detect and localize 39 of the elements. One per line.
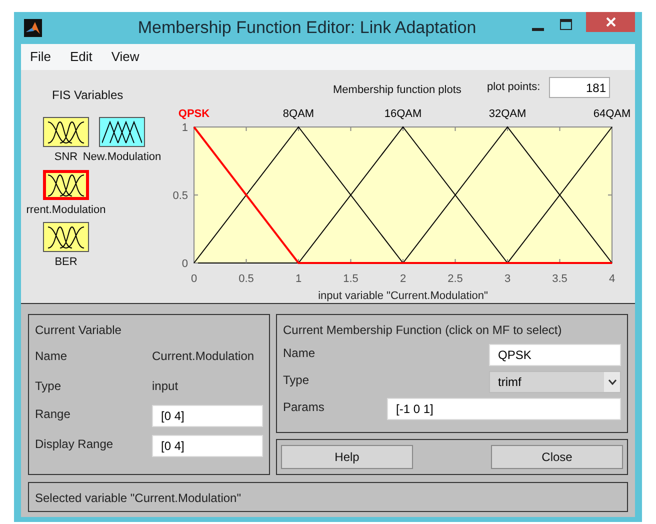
field-label: Name bbox=[35, 348, 68, 365]
field-label: Params bbox=[283, 399, 324, 416]
field-label: Name bbox=[283, 345, 316, 362]
y-tick-label: 1 bbox=[182, 122, 188, 134]
x-tick-label: 2 bbox=[400, 273, 406, 285]
curve-label: 32QAM bbox=[488, 108, 526, 120]
plot-points-label: plot points: bbox=[487, 80, 540, 95]
variable-type: input bbox=[152, 378, 180, 395]
x-tick-label: 1.5 bbox=[343, 273, 358, 285]
field-label: Display Range bbox=[35, 436, 114, 453]
panel-title: Current Membership Function (click on MF to select) bbox=[283, 322, 563, 339]
x-tick-label: 1 bbox=[295, 273, 302, 285]
panel-title: Current Variable bbox=[35, 322, 122, 337]
field-label: Type bbox=[35, 378, 62, 395]
curve-label: 8QAM bbox=[282, 108, 314, 120]
curve-label: QPSK bbox=[178, 108, 210, 120]
status-message: Selected variable "Current.Modulation" bbox=[35, 491, 241, 505]
panel-title: FIS Variables bbox=[52, 87, 124, 104]
field-label: Range bbox=[35, 406, 72, 423]
x-tick-label: 4 bbox=[608, 273, 616, 285]
x-axis-label: input variable "Current.Modulation" bbox=[318, 290, 488, 302]
y-tick-label: 0.5 bbox=[172, 190, 188, 202]
x-tick-label: 3 bbox=[504, 273, 511, 285]
curve-label: 64QAM bbox=[593, 108, 631, 120]
x-tick-label: 0 bbox=[190, 273, 198, 285]
variable-label: BER bbox=[54, 255, 78, 270]
variable-label: rrent.Modulation bbox=[26, 202, 106, 218]
y-tick-label: 0 bbox=[182, 258, 188, 270]
window-title: Membership Function Editor: Link Adaptation bbox=[136, 17, 478, 40]
field-label: Type bbox=[283, 372, 310, 389]
x-tick-label: 2.5 bbox=[448, 273, 463, 285]
x-tick-label: 3.5 bbox=[552, 273, 568, 285]
curve-label: 16QAM bbox=[384, 108, 422, 120]
variable-name: Current.Modulation bbox=[152, 348, 256, 365]
variable-label: New.Modulation bbox=[82, 150, 162, 165]
plot-title: Membership function plots bbox=[333, 83, 462, 98]
x-tick-label: 0.5 bbox=[238, 273, 254, 285]
content-area: FIS Variables SNR rrent.Modulation BER New.Modulation Membership function plots plot points: 181 0 0.5 1 1.5 2 2.5 3 3.5 4 0 0.5 1 input variable "Current.Modulation" QPSK 8QAM 16QAM 32QAM 64QAM bbox=[21, 70, 635, 303]
variable-label: SNR bbox=[54, 150, 78, 165]
